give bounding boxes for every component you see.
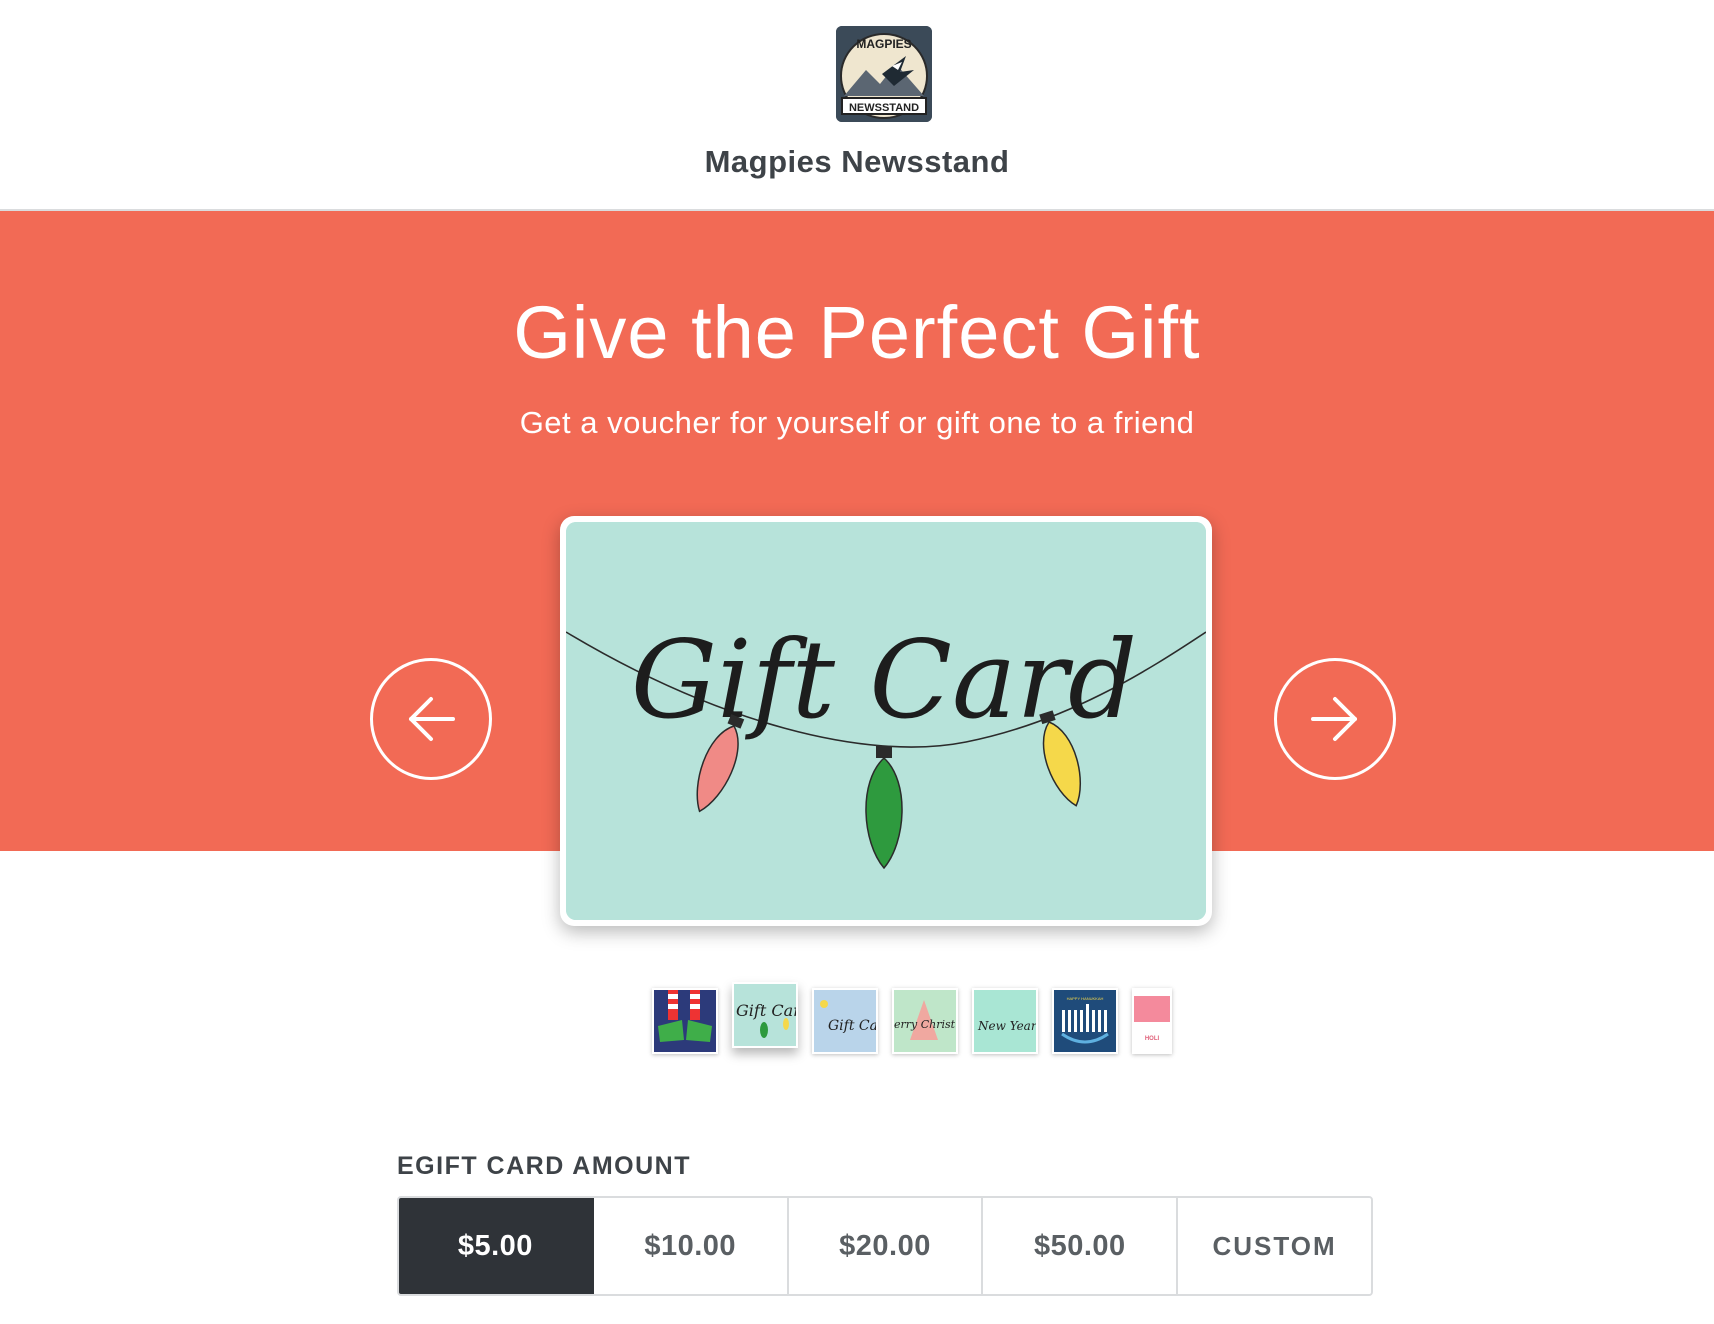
thumbnail-label: New Year bbox=[977, 1019, 1036, 1033]
logo-top-text: MAGPIES bbox=[856, 37, 911, 51]
thumbnail-holiday[interactable]: HOLI bbox=[1132, 988, 1172, 1054]
thumbnail-label: erry Christ bbox=[894, 1018, 956, 1031]
amount-option-custom[interactable]: CUSTOM bbox=[1178, 1198, 1371, 1294]
thumbnail-elf-feet[interactable] bbox=[652, 988, 718, 1054]
amount-option-50[interactable]: $50.00 bbox=[983, 1198, 1179, 1294]
next-design-button[interactable] bbox=[1274, 658, 1396, 780]
arrow-right-icon bbox=[1311, 697, 1357, 741]
amount-option-5[interactable]: $5.00 bbox=[399, 1198, 594, 1294]
arrow-left-icon bbox=[409, 697, 455, 741]
previous-design-button[interactable] bbox=[370, 658, 492, 780]
thumbnail-happy-new-year[interactable]: New Year bbox=[972, 988, 1038, 1054]
amount-section-label: EGIFT CARD AMOUNT bbox=[397, 1152, 691, 1180]
card-script-text: Gift Card bbox=[631, 618, 1137, 743]
hero-title: Give the Perfect Gift bbox=[513, 291, 1201, 374]
thumbnail-label: Gift Card bbox=[736, 1001, 796, 1020]
thumbnail-happy-hanukkah[interactable]: HAPPY HANUKKAH bbox=[1052, 988, 1118, 1054]
thumbnail-gift-card-blue[interactable]: Gift Ca bbox=[812, 988, 878, 1054]
logo-bottom-text: NEWSSTAND bbox=[849, 102, 919, 114]
thumbnail-label: HOLI bbox=[1145, 1036, 1160, 1042]
gift-card-preview: Gift Card bbox=[560, 516, 1212, 926]
thumbnail-merry-christmas[interactable]: erry Christ bbox=[892, 988, 958, 1054]
store-logo: NEWSSTAND MAGPIES bbox=[836, 26, 932, 122]
amount-option-20[interactable]: $20.00 bbox=[788, 1198, 984, 1294]
gift-card-art: Gift Card bbox=[566, 522, 1206, 920]
thumbnail-label: Gift Ca bbox=[828, 1018, 876, 1034]
store-name: Magpies Newsstand bbox=[704, 144, 1010, 179]
thumbnail-gift-card-lights[interactable]: Gift Card bbox=[732, 982, 798, 1048]
thumbnail-label: HAPPY HANUKKAH bbox=[1067, 996, 1104, 1001]
amount-option-10[interactable]: $10.00 bbox=[593, 1198, 789, 1294]
hero-subtitle: Get a voucher for yourself or gift one t… bbox=[519, 405, 1195, 440]
amount-selector: $5.00 $10.00 $20.00 $50.00 CUSTOM bbox=[397, 1196, 1373, 1296]
store-header: NEWSSTAND MAGPIES Magpies Newsstand bbox=[0, 0, 1714, 211]
